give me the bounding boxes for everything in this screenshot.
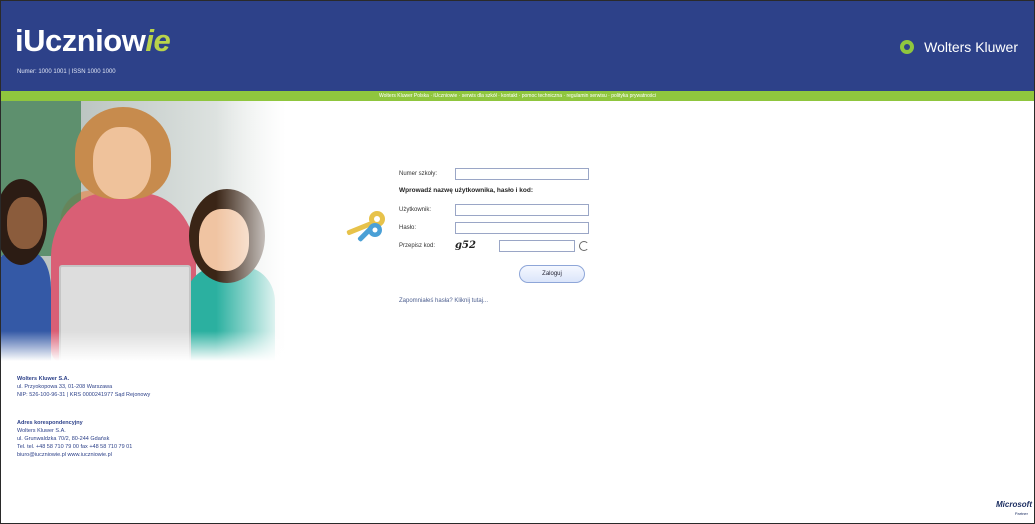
login-instruction: Wprowadź nazwę użytkownika, hasło i kod: [399,187,533,194]
green-strip: Wolters Kluwer Polska · iUczniowie · ser… [1,91,1034,101]
header-bar: iUczniowie Numer: 1000 1001 | ISSN 1000 … [1,1,1034,91]
password-label: Hasło: [399,224,417,231]
school-label: Numer szkoły: [399,170,438,177]
password-input[interactable] [455,221,589,234]
company-address: ul. Przyokopowa 33, 01-208 Warszawa [17,384,113,390]
logo-main: iUczniow [15,23,146,58]
captcha-label: Przepisz kod: [399,242,436,249]
captcha-row: Przepisz kod: g52 [399,239,589,252]
school-number-input[interactable] [455,167,589,180]
logo-subtitle: Numer: 1000 1001 | ISSN 1000 1000 [17,69,116,75]
app-logo[interactable]: iUczniowie [15,23,171,59]
wolters-kluwer-icon [898,38,916,56]
keys-icon [346,211,385,242]
school-row: Numer szkoły: [399,167,589,180]
brand-logo[interactable]: Wolters Kluwer [898,38,1018,56]
password-row: Hasło: [399,221,589,234]
refresh-captcha-icon[interactable] [579,240,589,251]
correspondence-email[interactable]: biuro@iuczniowie.pl www.iuczniowie.pl [17,451,132,459]
captcha-image: g52 [455,240,476,251]
username-input[interactable] [455,203,589,216]
brand-name: Wolters Kluwer [924,39,1018,55]
correspondence-street: ul. Grunwaldzka 70/2, 80-244 Gdańsk [17,436,110,442]
correspondence-phone: Tel. tel. +48 58 710 79 00 fax +48 58 71… [17,444,133,450]
correspondence-info: Adres korespondencyjny Wolters Kluwer S.… [17,419,132,459]
company-name: Wolters Kluwer S.A. [17,376,70,382]
forgot-password-link[interactable]: Zapomniałeś hasła? Kliknij tutaj... [399,298,488,304]
microsoft-logo: Microsoft [996,500,1032,509]
microsoft-partner-label: Partner [1014,511,1028,516]
students-photo [1,101,286,361]
login-button[interactable]: Zaloguj [519,265,585,283]
correspondence-company: Wolters Kluwer S.A. [17,428,66,434]
company-registry: NIP: 526-100-96-31 | KRS 0000241977 Sąd … [17,392,151,398]
page-frame: iUczniowie Numer: 1000 1001 | ISSN 1000 … [0,0,1035,524]
captcha-input[interactable] [499,239,575,252]
logo-accent: ie [145,23,171,58]
user-label: Użytkownik: [399,206,432,213]
company-info: Wolters Kluwer S.A. ul. Przyokopowa 33, … [17,375,150,399]
user-row: Użytkownik: [399,203,589,216]
correspondence-title: Adres korespondencyjny [17,420,83,426]
